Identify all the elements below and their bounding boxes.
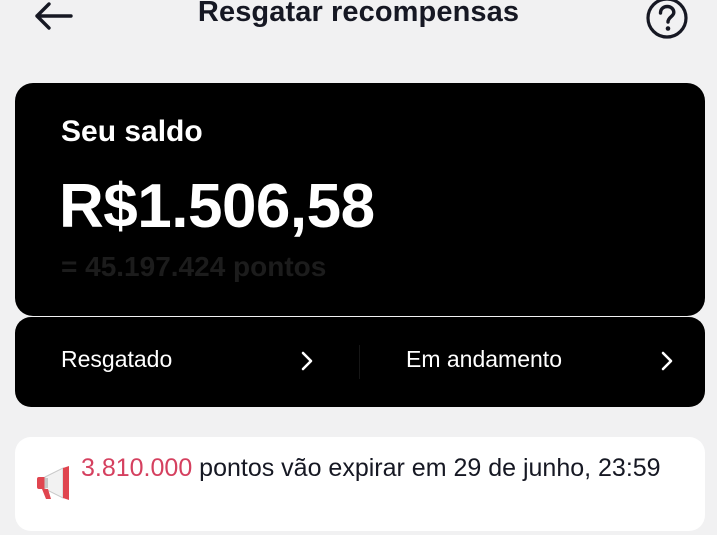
expiry-message: pontos vão expirar em 29 de junho, 23:59 xyxy=(192,454,661,482)
page-title: Resgatar recompensas xyxy=(197,0,520,28)
expiry-notice[interactable]: 3.810.000 pontos vão expirar em 29 de ju… xyxy=(15,437,705,531)
balance-points: = 45.197.424 pontos xyxy=(61,251,327,282)
in-progress-label: Em andamento xyxy=(406,346,562,372)
expiring-points: 3.810.000 xyxy=(81,454,193,482)
megaphone-icon xyxy=(37,466,69,500)
status-card: Resgatado Em andamento xyxy=(15,317,705,407)
help-button[interactable] xyxy=(644,0,690,41)
balance-amount: R$1.506,58 xyxy=(59,172,375,241)
question-circle-icon xyxy=(646,0,688,39)
balance-card: Seu saldo R$1.506,58 = 45.197.424 pontos xyxy=(15,83,705,316)
chevron-right-icon xyxy=(301,351,313,371)
header: Resgatar recompensas xyxy=(0,0,717,40)
expiry-notice-text: 3.810.000 pontos vão expirar em 29 de ju… xyxy=(81,451,681,485)
chevron-right-icon xyxy=(661,351,673,371)
redeemed-button[interactable]: Resgatado xyxy=(15,317,360,407)
redeemed-label: Resgatado xyxy=(61,346,173,372)
balance-label: Seu saldo xyxy=(61,115,203,148)
in-progress-button[interactable]: Em andamento xyxy=(360,317,705,407)
